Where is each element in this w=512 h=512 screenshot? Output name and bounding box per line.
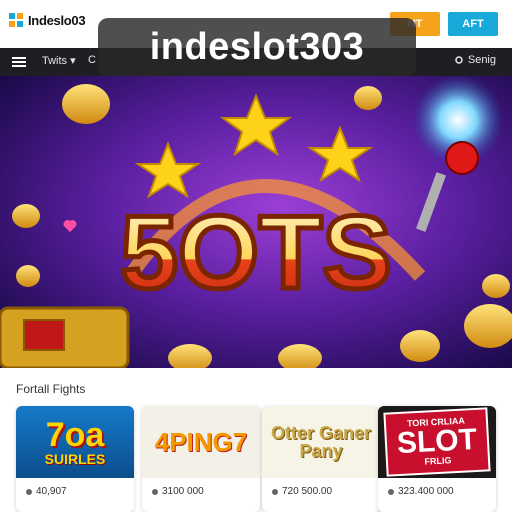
hero-headline: 5OTS [120,195,392,311]
gear-icon [455,56,463,64]
game-price: 40,907 [16,486,134,497]
game-card-list: 7oa SUIRLES 40,907 4PING7 3100 000 Otter … [16,406,512,512]
game-title: SLOT [396,422,478,461]
nav-settings-label: Senig [467,54,496,66]
game-price-value: 323.400 000 [398,486,454,497]
site-title-overlay: indeslot303 [98,18,416,76]
game-thumbnail: TORI CRLIAA SLOT FRLIG [378,406,496,478]
game-card[interactable]: 7oa SUIRLES 40,907 [16,406,134,512]
coin-icon [152,488,158,495]
game-card[interactable]: 4PING7 3100 000 [142,406,260,512]
coin-icon [272,488,278,495]
nav-item-c[interactable]: C [88,54,96,66]
game-price: 323.400 000 [378,486,496,497]
nav-settings[interactable]: Senig [454,54,496,66]
game-tagline: FRLIG [424,455,452,467]
hamburger-menu-icon[interactable] [12,57,26,67]
game-price-value: 720 500.00 [282,486,333,497]
logo-icon [9,13,23,27]
site-logo[interactable]: Indeslo03 [8,12,86,28]
register-button[interactable]: AFT [448,12,498,36]
hero-banner[interactable]: 5OTS [0,76,512,368]
hero-illustration: 5OTS [0,76,512,368]
game-card[interactable]: Otter Ganer Pany 720 500.00 [262,406,380,512]
nav-item-label: Twits [42,55,68,67]
game-title: Otter Ganer Pany [270,423,372,461]
game-thumbnail: 7oa SUIRLES [16,406,134,478]
game-thumbnail: Otter Ganer Pany [262,406,380,478]
game-price-value: 3100 000 [162,486,204,497]
game-title: 7oa [45,416,105,454]
coin-icon [26,488,32,495]
coin-icon [388,488,394,495]
game-price-value: 40,907 [36,486,67,497]
game-card[interactable]: TORI CRLIAA SLOT FRLIG 323.400 000 [378,406,496,512]
game-title: 4PING7 [154,427,248,457]
logo-text: Indeslo03 [28,12,86,28]
game-price: 3100 000 [142,486,260,497]
game-logo: TORI CRLIAA SLOT FRLIG [383,407,491,477]
section-heading: Fortall Fights [16,382,86,396]
game-thumbnail: 4PING7 [142,406,260,478]
nav-item-twits[interactable]: Twits ▾ [42,54,76,67]
game-price: 720 500.00 [262,486,380,497]
game-subtitle: SUIRLES [44,451,106,467]
